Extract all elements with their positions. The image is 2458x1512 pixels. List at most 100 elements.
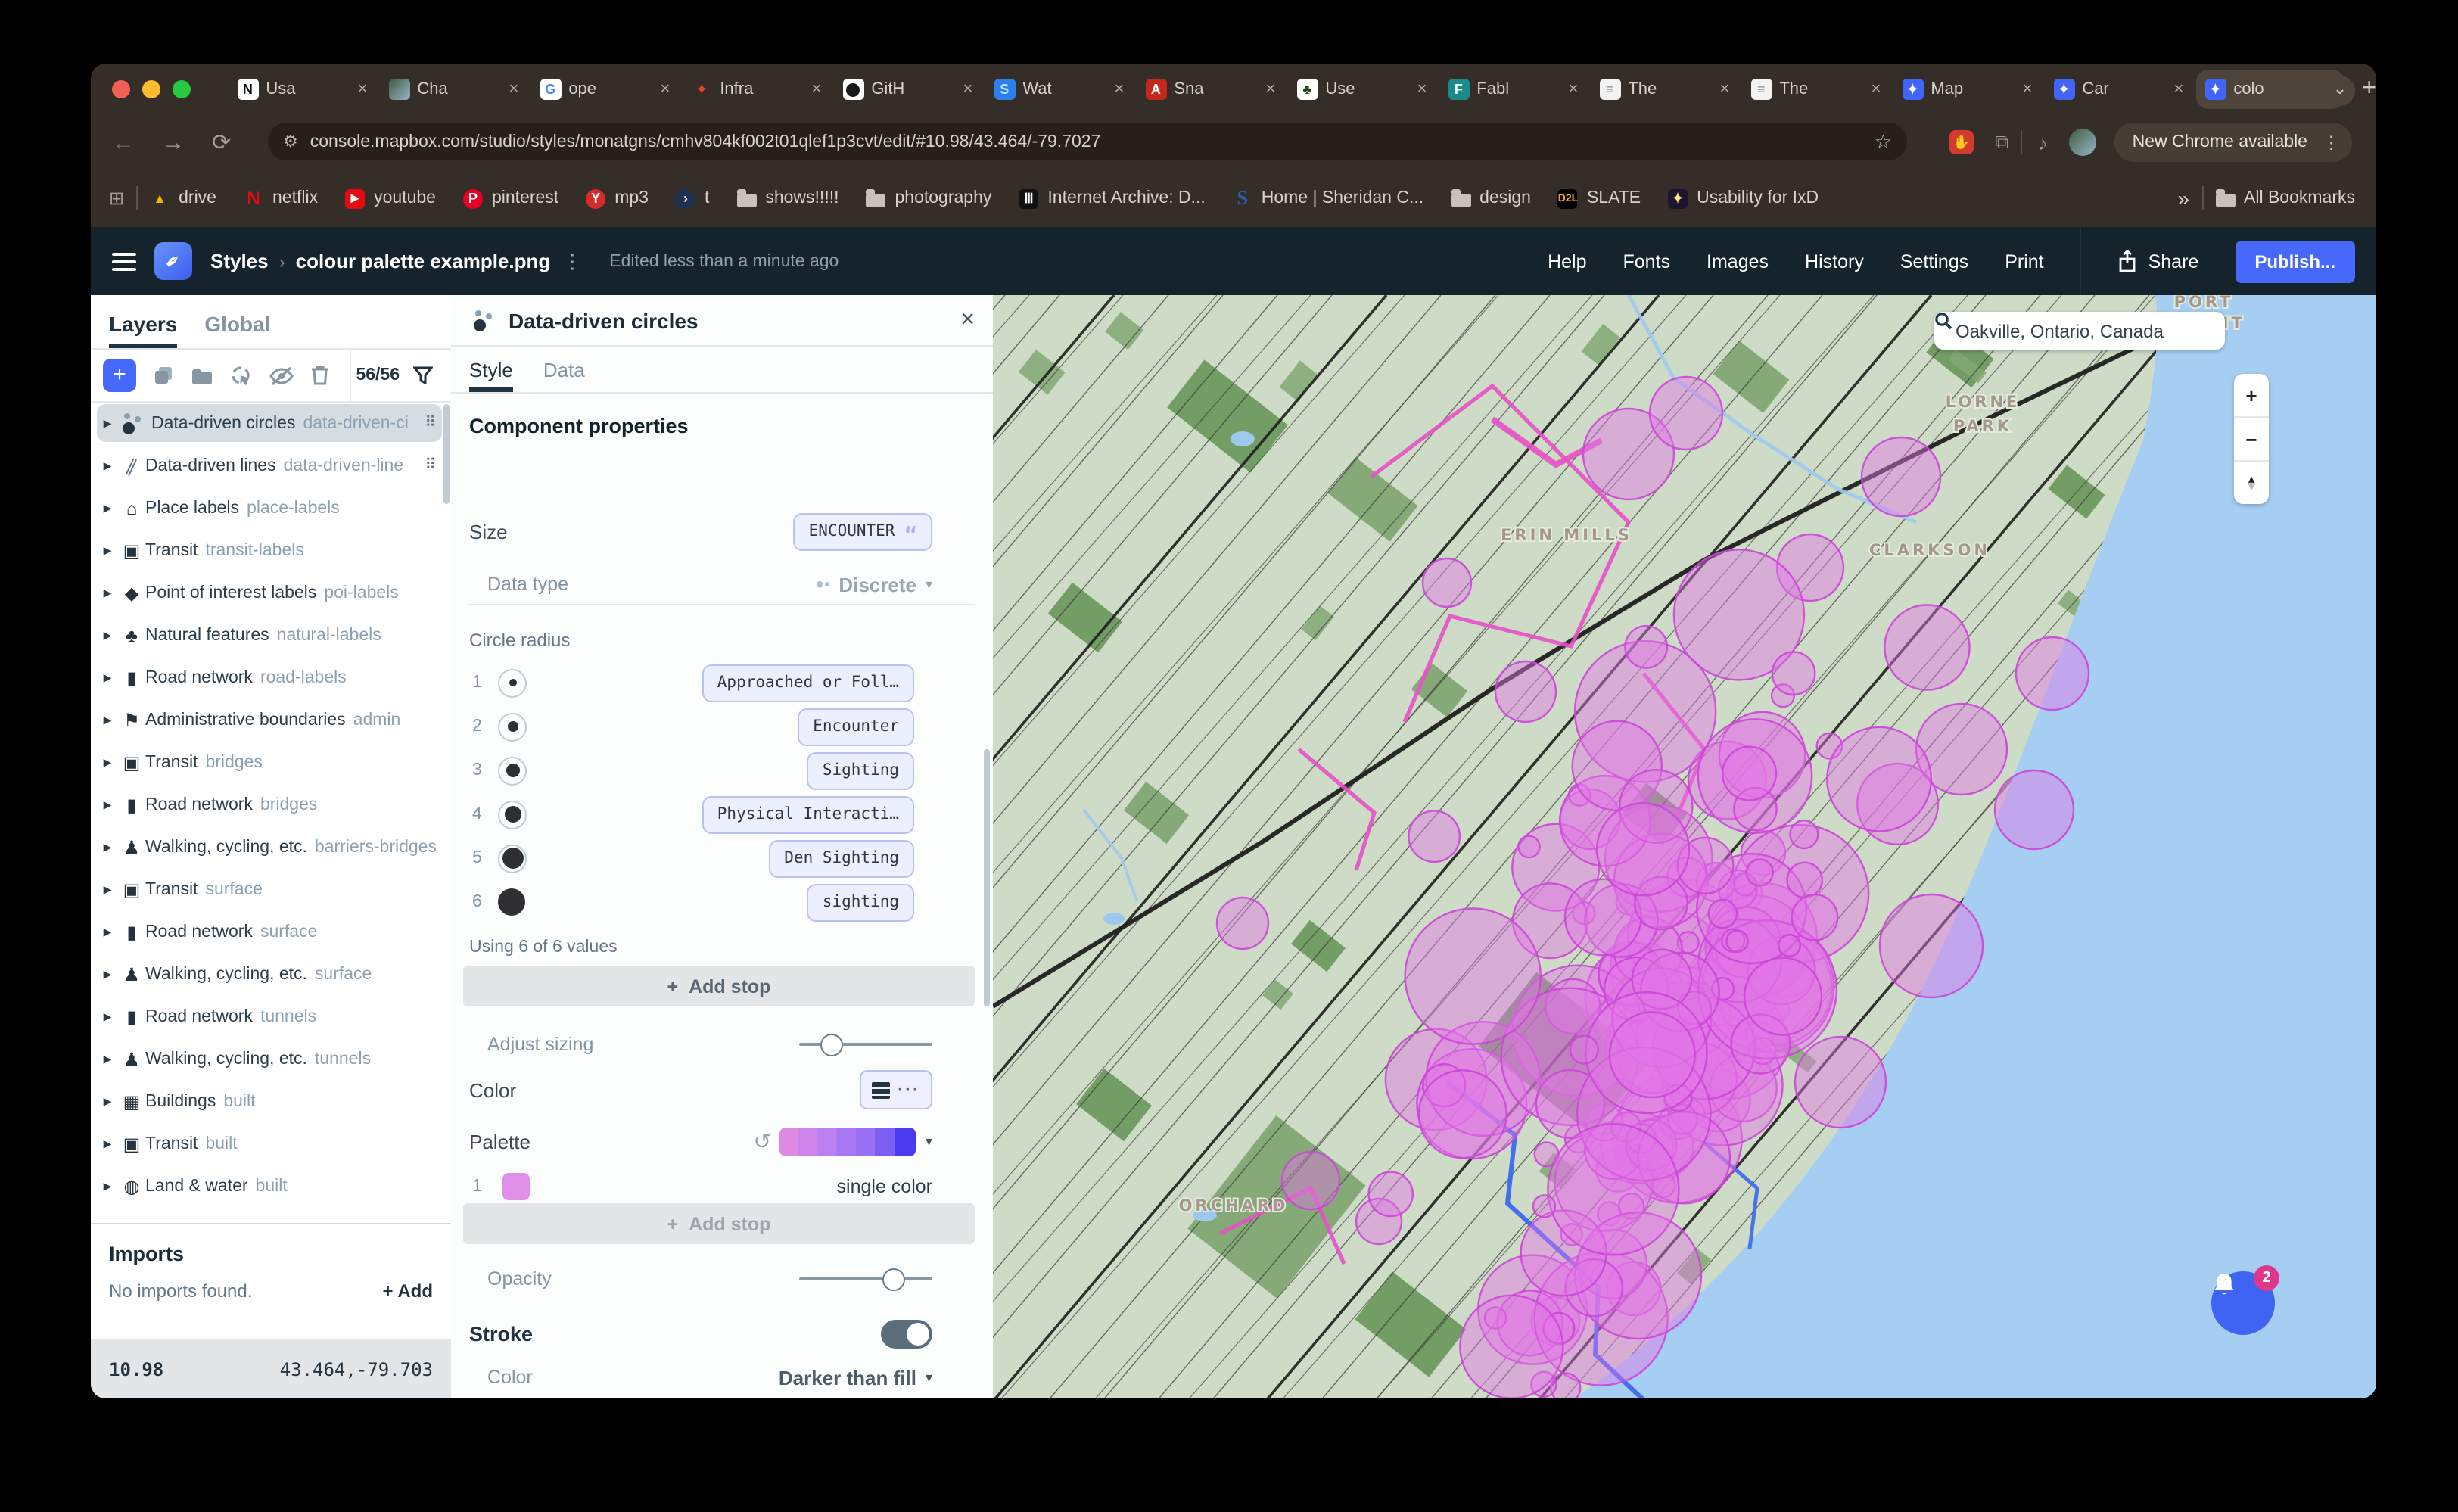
close-window-button[interactable]: [112, 80, 130, 98]
layer-row-transit-surface[interactable]: ▶▣Transitsurface: [97, 870, 442, 908]
expand-caret-icon[interactable]: ▶: [97, 544, 118, 556]
zoom-out-button[interactable]: −: [2234, 418, 2269, 462]
tab-global[interactable]: Global: [204, 312, 270, 348]
expand-caret-icon[interactable]: ▶: [97, 417, 118, 429]
data-type-select[interactable]: ●▪ Discrete ▾: [815, 573, 932, 596]
expand-caret-icon[interactable]: ▶: [97, 841, 118, 853]
group-layers-icon[interactable]: [191, 366, 213, 385]
opacity-slider[interactable]: [799, 1277, 932, 1280]
extensions-icon[interactable]: ⧉: [1995, 130, 2009, 154]
layer-row-data-driven-lines[interactable]: ▶ ∥ Data-driven lines data-driven-line ⠿: [97, 446, 442, 484]
bookmark-slate[interactable]: D2LSLATE: [1558, 188, 1641, 208]
stop-value-badge[interactable]: Den Sighting: [769, 839, 914, 877]
circle-size-icon[interactable]: [498, 844, 527, 873]
breadcrumb-styles[interactable]: Styles: [210, 250, 269, 272]
color-mode-button[interactable]: ···: [860, 1070, 932, 1109]
tab-style[interactable]: Style: [469, 359, 513, 392]
expand-caret-icon[interactable]: ▶: [97, 883, 118, 895]
circle-size-icon[interactable]: [498, 800, 527, 829]
zoom-in-button[interactable]: +: [2234, 374, 2269, 418]
address-bar[interactable]: ⚙ console.mapbox.com/studio/styles/monat…: [268, 123, 1907, 160]
layer-row-road-tunnels[interactable]: ▶▮Road networktunnels: [97, 997, 442, 1035]
close-tab-icon[interactable]: ×: [1719, 80, 1729, 98]
close-tab-icon[interactable]: ×: [1568, 80, 1578, 98]
stop-value-badge[interactable]: sighting: [807, 883, 914, 921]
chrome-update-chip[interactable]: New Chrome available ⋮: [2114, 123, 2352, 162]
close-tab-icon[interactable]: ×: [2173, 80, 2183, 98]
menu-fonts[interactable]: Fonts: [1623, 250, 1671, 272]
tab-search-chevron[interactable]: ⌄: [2325, 76, 2355, 106]
stop-value-badge[interactable]: Approached or Foll…: [702, 664, 914, 702]
maximize-window-button[interactable]: [173, 80, 191, 98]
layer-row-buildings-built[interactable]: ▶▦Buildingsbuilt: [97, 1082, 442, 1120]
adblock-icon[interactable]: ✋: [1949, 130, 1974, 154]
layer-row-transit-bridges[interactable]: ▶▣Transitbridges: [97, 743, 442, 781]
style-name[interactable]: colour palette example.png: [296, 250, 551, 272]
menu-history[interactable]: History: [1805, 250, 1864, 272]
close-tab-icon[interactable]: ×: [1417, 80, 1427, 98]
menu-hamburger-icon[interactable]: [112, 247, 136, 275]
expand-caret-icon[interactable]: ▶: [97, 714, 118, 726]
color-swatch[interactable]: [502, 1173, 530, 1200]
layer-row-partial[interactable]: ▶: [97, 1209, 442, 1223]
chevron-down-icon[interactable]: ▾: [926, 1133, 932, 1150]
layer-row-walking-tunnels[interactable]: ▶♟Walking, cycling, etc.tunnels: [97, 1040, 442, 1078]
tab-layers[interactable]: Layers: [109, 312, 177, 348]
new-tab-button[interactable]: +: [2362, 76, 2376, 103]
expand-caret-icon[interactable]: ▶: [97, 1137, 118, 1150]
close-tab-icon[interactable]: ×: [1871, 80, 1881, 98]
layer-row-road-bridges[interactable]: ▶▮Road networkbridges: [97, 786, 442, 823]
close-tab-icon[interactable]: ×: [811, 80, 821, 98]
circle-size-icon[interactable]: [498, 668, 527, 697]
layer-row-road-labels[interactable]: ▶▮Road networkroad-labels: [97, 658, 442, 696]
tab-map[interactable]: ✦Map×: [1893, 70, 2041, 109]
properties-scrollbar[interactable]: [984, 749, 990, 1006]
close-tab-icon[interactable]: ×: [357, 80, 367, 98]
expand-caret-icon[interactable]: ▶: [97, 798, 118, 810]
drag-handle-icon[interactable]: ⠿: [425, 415, 436, 431]
reload-icon[interactable]: ⟳: [212, 129, 231, 156]
minimize-window-button[interactable]: [142, 80, 160, 98]
circle-size-icon[interactable]: [498, 756, 527, 785]
close-tab-icon[interactable]: ×: [660, 80, 670, 98]
layer-row-land-water-built[interactable]: ▶◍Land & waterbuilt: [97, 1167, 442, 1205]
close-tab-icon[interactable]: ×: [1265, 80, 1275, 98]
bookmark-netflix[interactable]: Nnetflix: [244, 188, 318, 208]
tab-sna[interactable]: ASna×: [1136, 70, 1284, 109]
mapbox-studio-icon[interactable]: ✒: [154, 242, 192, 280]
add-layer-button[interactable]: +: [103, 359, 136, 392]
size-value-badge[interactable]: ENCOUNTER “: [794, 512, 932, 550]
notifications-button[interactable]: 2: [2211, 1271, 2275, 1335]
bookmark-ixd[interactable]: ✦Usability for IxD: [1668, 188, 1819, 208]
tab-fabl[interactable]: FFabl×: [1439, 70, 1587, 109]
palette-gradient-swatch[interactable]: [780, 1127, 916, 1156]
stop-value-badge[interactable]: Sighting: [807, 751, 914, 789]
expand-caret-icon[interactable]: ▶: [97, 756, 118, 768]
menu-help[interactable]: Help: [1548, 250, 1586, 272]
expand-caret-icon[interactable]: ▶: [97, 1010, 118, 1022]
bookmark-folder-shows[interactable]: shows!!!!!: [736, 189, 839, 207]
tab-ope[interactable]: Gope×: [530, 70, 679, 109]
bookmark-t[interactable]: ›t: [676, 188, 709, 208]
stroke-toggle[interactable]: [881, 1319, 932, 1348]
bookmark-folder-design[interactable]: design: [1451, 189, 1531, 207]
layer-row-road-surface[interactable]: ▶▮Road networksurface: [97, 913, 442, 950]
stroke-color-select[interactable]: Darker than fill ▾: [779, 1366, 932, 1389]
expand-caret-icon[interactable]: ▶: [97, 1053, 118, 1065]
stop-value-badge[interactable]: Encounter: [798, 708, 914, 745]
chip-menu-icon[interactable]: ⋮: [2323, 132, 2340, 153]
tab-wat[interactable]: SWat×: [985, 70, 1133, 109]
back-icon[interactable]: ←: [112, 129, 135, 155]
bookmark-sheridan[interactable]: SHome | Sheridan C...: [1233, 188, 1423, 208]
toggle-visibility-icon[interactable]: [269, 366, 294, 385]
menu-settings[interactable]: Settings: [1900, 250, 1968, 272]
tab-car[interactable]: ✦Car×: [2044, 70, 2192, 109]
map-canvas[interactable]: ERIN MILLSLORNEPARKCLARKSONPORTCREDITORC…: [993, 295, 2376, 1398]
bookmark-youtube[interactable]: ▶youtube: [345, 188, 436, 208]
layer-row-walking-barriers-bridges[interactable]: ▶♟Walking, cycling, etc.barriers-bridges: [97, 828, 442, 866]
publish-button[interactable]: Publish...: [2235, 240, 2355, 282]
tab-github[interactable]: GitH×: [833, 70, 982, 109]
close-tab-icon[interactable]: ×: [1114, 80, 1124, 98]
layer-row-place-labels[interactable]: ▶⌂Place labelsplace-labels: [97, 489, 442, 527]
profile-avatar[interactable]: [2069, 129, 2096, 156]
